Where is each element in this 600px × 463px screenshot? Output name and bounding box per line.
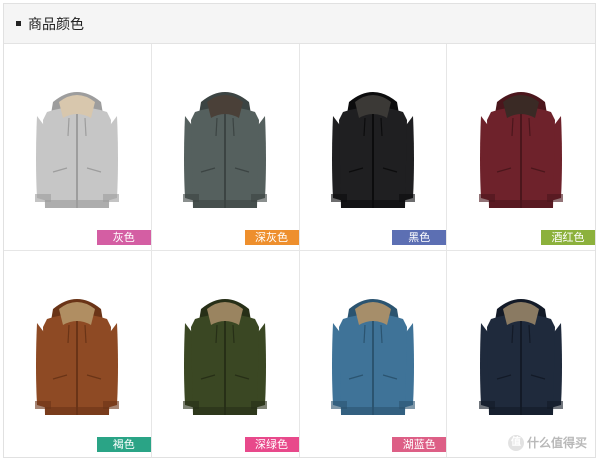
color-label-tag: 灰色 [96, 229, 151, 245]
product-colors-panel: 商品颜色 灰色 深灰色 黑色 酒红色褐色 深绿色 湖蓝色 值 什么值得买 [3, 3, 596, 458]
color-option-card[interactable] [447, 250, 595, 457]
color-option-card[interactable]: 灰色 [4, 44, 152, 251]
hoodie-icon[interactable] [475, 287, 567, 421]
color-grid: 灰色 深灰色 黑色 酒红色褐色 深绿色 湖蓝色 [4, 44, 595, 457]
watermark-text: 什么值得买 [526, 436, 587, 450]
hoodie-icon[interactable] [31, 80, 123, 214]
color-option-card[interactable]: 褐色 [4, 250, 152, 457]
hoodie-icon[interactable] [475, 80, 567, 214]
color-label-tag: 湖蓝色 [392, 437, 447, 452]
color-label-tag: 褐色 [96, 437, 151, 452]
hoodie-icon[interactable] [327, 80, 419, 214]
site-watermark: 值 什么值得买 [507, 434, 587, 451]
bullet-icon [16, 21, 21, 26]
color-label-tag: 深灰色 [244, 229, 299, 245]
color-option-card[interactable]: 深绿色 [151, 250, 300, 457]
hoodie-icon[interactable] [179, 80, 271, 214]
section-title: 商品颜色 [28, 16, 84, 33]
watermark-logo-icon: 值 [507, 434, 524, 451]
color-label-tag: 黑色 [392, 229, 447, 245]
color-label-tag: 酒红色 [541, 229, 595, 245]
color-option-card[interactable]: 酒红色 [447, 44, 595, 251]
hoodie-icon[interactable] [179, 287, 271, 421]
hoodie-icon[interactable] [31, 287, 123, 421]
color-option-card[interactable]: 黑色 [299, 44, 448, 251]
color-label-tag: 深绿色 [244, 437, 299, 452]
hoodie-icon[interactable] [327, 287, 419, 421]
color-option-card[interactable]: 湖蓝色 [299, 250, 448, 457]
section-header: 商品颜色 [4, 4, 595, 44]
color-option-card[interactable]: 深灰色 [151, 44, 300, 251]
